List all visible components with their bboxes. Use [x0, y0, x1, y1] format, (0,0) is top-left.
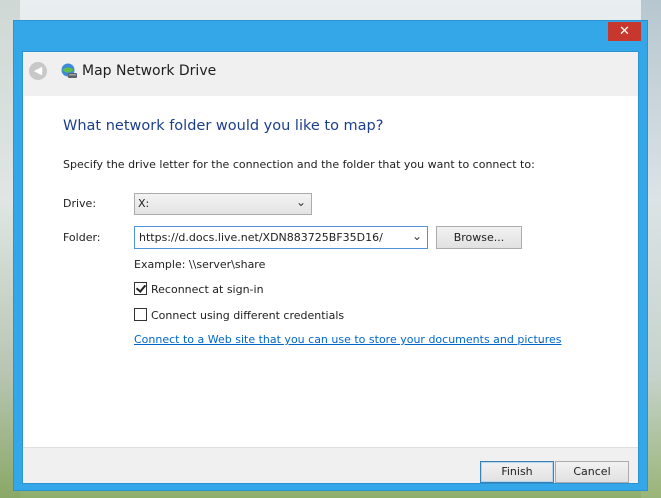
drive-label: Drive: [63, 197, 97, 210]
title-bar[interactable]: ✕ [14, 21, 647, 51]
browse-button[interactable]: Browse... [436, 226, 522, 249]
dialog-title: Map Network Drive [82, 63, 217, 79]
dialog-header: ◀ Map Network Drive [23, 52, 638, 97]
close-icon: ✕ [619, 24, 630, 39]
credentials-checkbox-row[interactable]: Connect using different credentials [134, 308, 344, 322]
drive-letter-select[interactable]: X: ⌄ [134, 193, 312, 215]
back-arrow-icon: ◀ [33, 65, 43, 77]
map-network-drive-window: ✕ ◀ Map Network Drive What network folde… [13, 20, 648, 491]
close-button[interactable]: ✕ [608, 22, 641, 41]
finish-button[interactable]: Finish [480, 461, 554, 483]
example-text: Example: \\server\share [134, 258, 266, 271]
reconnect-label[interactable]: Reconnect at sign-in [151, 283, 264, 296]
folder-input[interactable] [135, 227, 407, 248]
cancel-button[interactable]: Cancel [555, 461, 629, 483]
reconnect-checkbox[interactable] [134, 282, 147, 295]
network-drive-icon [61, 63, 77, 78]
web-link-period: . [539, 333, 543, 346]
chevron-down-icon: ⌄ [295, 195, 306, 209]
folder-label: Folder: [63, 231, 101, 244]
credentials-checkbox[interactable] [134, 308, 147, 321]
folder-combobox[interactable]: ⌄ [134, 226, 428, 249]
reconnect-checkbox-row[interactable]: Reconnect at sign-in [134, 282, 264, 296]
credentials-label[interactable]: Connect using different credentials [151, 309, 344, 322]
back-button[interactable]: ◀ [29, 62, 47, 80]
dialog-footer: Finish Cancel [23, 447, 638, 483]
drive-selected-value: X: [138, 197, 150, 210]
web-site-link[interactable]: Connect to a Web site that you can use t… [134, 333, 562, 346]
chevron-down-icon[interactable]: ⌄ [412, 229, 422, 243]
instructions-text: Specify the drive letter for the connect… [63, 158, 535, 171]
dialog-client-area: ◀ Map Network Drive What network folder … [22, 51, 639, 484]
page-heading: What network folder would you like to ma… [63, 118, 384, 134]
dialog-content: What network folder would you like to ma… [23, 96, 638, 447]
